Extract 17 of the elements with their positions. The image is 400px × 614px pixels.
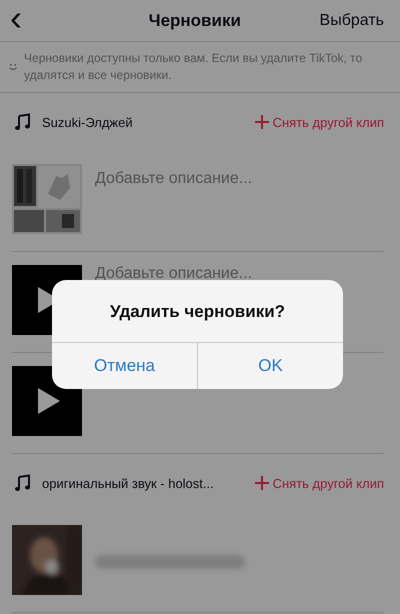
- screen-title: Черновики: [148, 10, 241, 30]
- plus-icon: [254, 476, 269, 490]
- back-icon[interactable]: ‹: [10, 0, 30, 36]
- dialog-title: Удалить черновики?: [108, 301, 286, 323]
- ok-button[interactable]: OK: [197, 343, 343, 389]
- sound-name: оригинальный звук - holost...: [42, 476, 214, 490]
- description-placeholder[interactable]: Добавьте описание...: [95, 170, 252, 188]
- music-note-icon: [14, 474, 32, 492]
- cancel-button[interactable]: Отмена: [52, 343, 197, 389]
- select-link[interactable]: Выбрать: [320, 12, 384, 30]
- shoot-clip-link[interactable]: Снять другой клип: [254, 114, 384, 130]
- shoot-clip-link[interactable]: Снять другой клип: [254, 476, 384, 490]
- description-placeholder[interactable]: Добавьте описание...: [95, 265, 252, 283]
- plus-icon: [254, 115, 269, 129]
- sound-name: Suzuki-Элджей: [42, 114, 133, 130]
- music-note-icon: [14, 113, 32, 131]
- notice-text: Черновики доступны только вам. Если вы удалите TikTok, то удалятся и все черновики.: [24, 50, 364, 84]
